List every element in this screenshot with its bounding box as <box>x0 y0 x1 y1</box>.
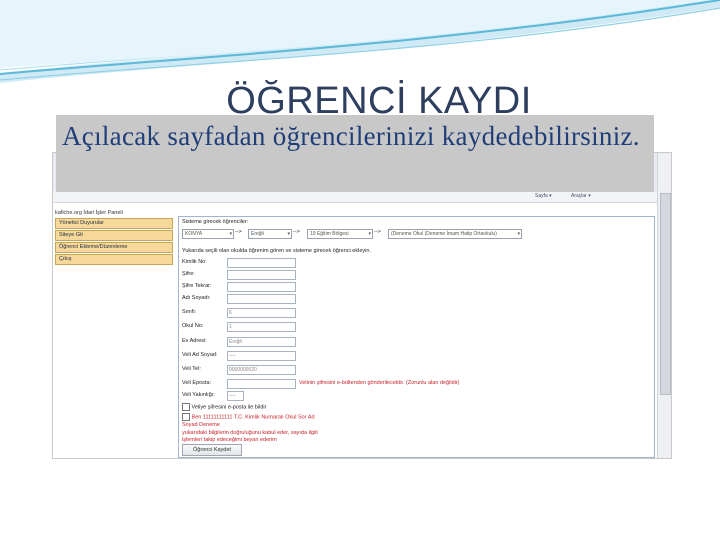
select-separator: --> <box>374 229 381 235</box>
consent-line-1: Ben 11111111111 T.C. Kimlik Numaralı Oku… <box>191 414 315 421</box>
page-area: kafiche.org İdari İşler Paneli Yönetici … <box>53 203 657 458</box>
parent-email-input[interactable] <box>227 379 296 389</box>
parent-relation-input[interactable]: ---- <box>227 391 244 401</box>
parent-phone-input[interactable]: 0000000020 <box>227 365 296 375</box>
field-label: Kimlik No: <box>182 259 207 265</box>
school-select[interactable]: (Deneme Okul (Deneme İmam Hatip Ortaokul… <box>388 229 522 239</box>
notify-parent-row: Veliye şifresini e-posta ile bildir <box>182 403 266 412</box>
province-select[interactable]: KONYA <box>182 229 234 239</box>
school-number-input[interactable]: 1 <box>227 322 296 332</box>
sidebar-item-go-to-site[interactable]: Siteye Git <box>55 230 173 241</box>
header-swoosh <box>0 0 720 83</box>
field-label: Ev Adresi: <box>182 338 207 344</box>
admin-sidebar: kafiche.org İdari İşler Paneli Yönetici … <box>55 209 173 266</box>
toolbar-page-menu[interactable]: Sayfa ▾ <box>535 193 552 199</box>
field-label: Veli Tel: <box>182 366 201 372</box>
region-select[interactable]: 19 Eğitim Bölgesi <box>307 229 373 239</box>
consent-checkbox[interactable] <box>182 413 190 421</box>
sidebar-item-logout[interactable]: Çıkış <box>55 254 173 265</box>
password-input[interactable] <box>227 270 296 280</box>
id-number-input[interactable] <box>227 258 296 268</box>
field-label: Şifre: <box>182 271 195 277</box>
field-label: Okul No: <box>182 323 204 329</box>
scrollbar-thumb[interactable] <box>660 193 671 395</box>
field-label: Veli Ad Soyad: <box>182 352 218 358</box>
field-label: Şifre Tekrar: <box>182 283 212 289</box>
sidebar-item-announcements[interactable]: Yönetici Duyurular <box>55 218 173 229</box>
notify-parent-checkbox[interactable] <box>182 403 190 411</box>
save-student-button[interactable]: Öğrenci Kaydet <box>182 444 242 456</box>
field-label: Veli Yakınlığı: <box>182 392 215 398</box>
field-label: Veli Eposta: <box>182 380 212 386</box>
student-registration-form: Sisteme girecek öğrenciler: KONYA --> Er… <box>178 216 655 458</box>
district-select[interactable]: Ereğli <box>248 229 292 239</box>
caption-box: Açılacak sayfadan öğrencilerinizi kayded… <box>56 115 654 192</box>
select-separator: --> <box>293 229 300 235</box>
field-label: Sınıfı: <box>182 309 197 315</box>
caption-text: Açılacak sayfadan öğrencilerinizi kayded… <box>62 121 640 151</box>
select-separator: --> <box>235 229 242 235</box>
embedded-screenshot: Sayfa ▾ Araçlar ▾ kafiche.org İdari İşle… <box>52 152 672 459</box>
form-section-title: Sisteme girecek öğrenciler: <box>182 219 249 225</box>
browser-toolbar: Sayfa ▾ Araçlar ▾ <box>53 191 671 203</box>
parent-name-input[interactable]: ---- <box>227 351 296 361</box>
home-address-input[interactable]: Ereğli <box>227 337 296 347</box>
password-repeat-input[interactable] <box>227 282 296 292</box>
form-instruction: Yukarıda seçili olan okulda öğrenim göre… <box>182 248 371 254</box>
toolbar-tools-menu[interactable]: Araçlar ▾ <box>571 193 591 199</box>
sidebar-item-student-edit[interactable]: Öğrenci Ekleme/Düzenleme <box>55 242 173 253</box>
email-warning: Velinin şifresini e-bültenden gönderilec… <box>299 380 460 386</box>
field-label: Adı Soyadı: <box>182 295 211 301</box>
vertical-scrollbar[interactable] <box>657 153 671 458</box>
notify-parent-label: Veliye şifresini e-posta ile bildir <box>191 404 267 411</box>
class-input[interactable]: 6 <box>227 308 296 318</box>
full-name-input[interactable] <box>227 294 296 304</box>
sidebar-title: kafiche.org İdari İşler Paneli <box>55 210 123 216</box>
